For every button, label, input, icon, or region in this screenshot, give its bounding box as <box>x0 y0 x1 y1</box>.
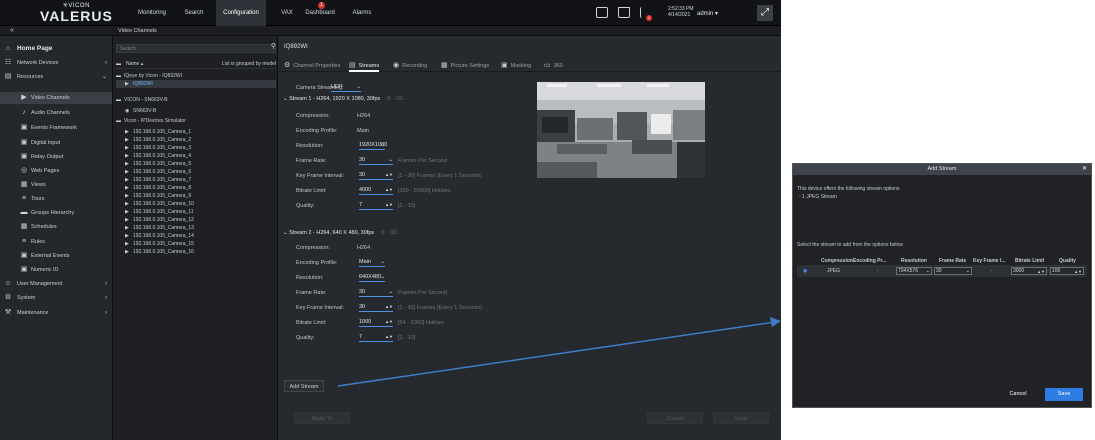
col-quality: Quality <box>1059 258 1076 264</box>
radio-selected-icon[interactable]: ◉ <box>803 268 807 274</box>
dialog-cancel-button[interactable]: Cancel <box>999 388 1037 401</box>
stepper-icon[interactable]: ▲▼ <box>1037 268 1045 275</box>
col-keyframe: Key Frame I... <box>973 258 1006 264</box>
row-keyframe: - <box>990 268 992 274</box>
dialog-select-text: Select the stream to add from the option… <box>797 242 903 248</box>
resolution-select[interactable]: 704X576 ⌄ <box>896 267 932 275</box>
quality-input[interactable]: 100 ▲▼ <box>1050 267 1084 275</box>
dialog-title: Add Stream <box>927 166 957 172</box>
dialog-save-button[interactable]: Save <box>1045 388 1083 401</box>
add-stream-dialog: Add Stream ✕ This device offers the foll… <box>792 163 1092 408</box>
close-icon[interactable]: ✕ <box>1082 164 1087 175</box>
col-framerate: Frame Rate <box>939 258 967 264</box>
bitrate-input-value: 3000 <box>1013 268 1025 274</box>
framerate-select[interactable]: 30 ⌄ <box>934 267 972 275</box>
resolution-select-value: 704X576 <box>898 268 919 274</box>
row-encoding: - <box>877 268 879 274</box>
quality-input-value: 100 <box>1052 268 1061 274</box>
col-resolution: Resolution <box>901 258 927 264</box>
col-compression: Compression <box>821 258 853 264</box>
dialog-header: Add Stream ✕ <box>793 164 1091 175</box>
chevron-down-icon: ⌄ <box>925 268 930 274</box>
stepper-icon[interactable]: ▲▼ <box>1074 268 1082 275</box>
framerate-select-value: 30 <box>936 268 942 274</box>
arrow-head <box>770 317 781 327</box>
col-encoding: Encoding Pr... <box>853 258 887 264</box>
dialog-offers-text: This device offers the following stream … <box>797 186 900 192</box>
chevron-down-icon: ⌄ <box>965 268 970 274</box>
bitrate-input[interactable]: 3000 ▲▼ <box>1011 267 1047 275</box>
row-compression: JPEG <box>827 268 841 274</box>
dialog-option-text: - 1 JPEG Stream <box>799 194 837 200</box>
col-bitrate: Bitrate Limit <box>1015 258 1045 264</box>
arrow-line <box>337 321 776 387</box>
